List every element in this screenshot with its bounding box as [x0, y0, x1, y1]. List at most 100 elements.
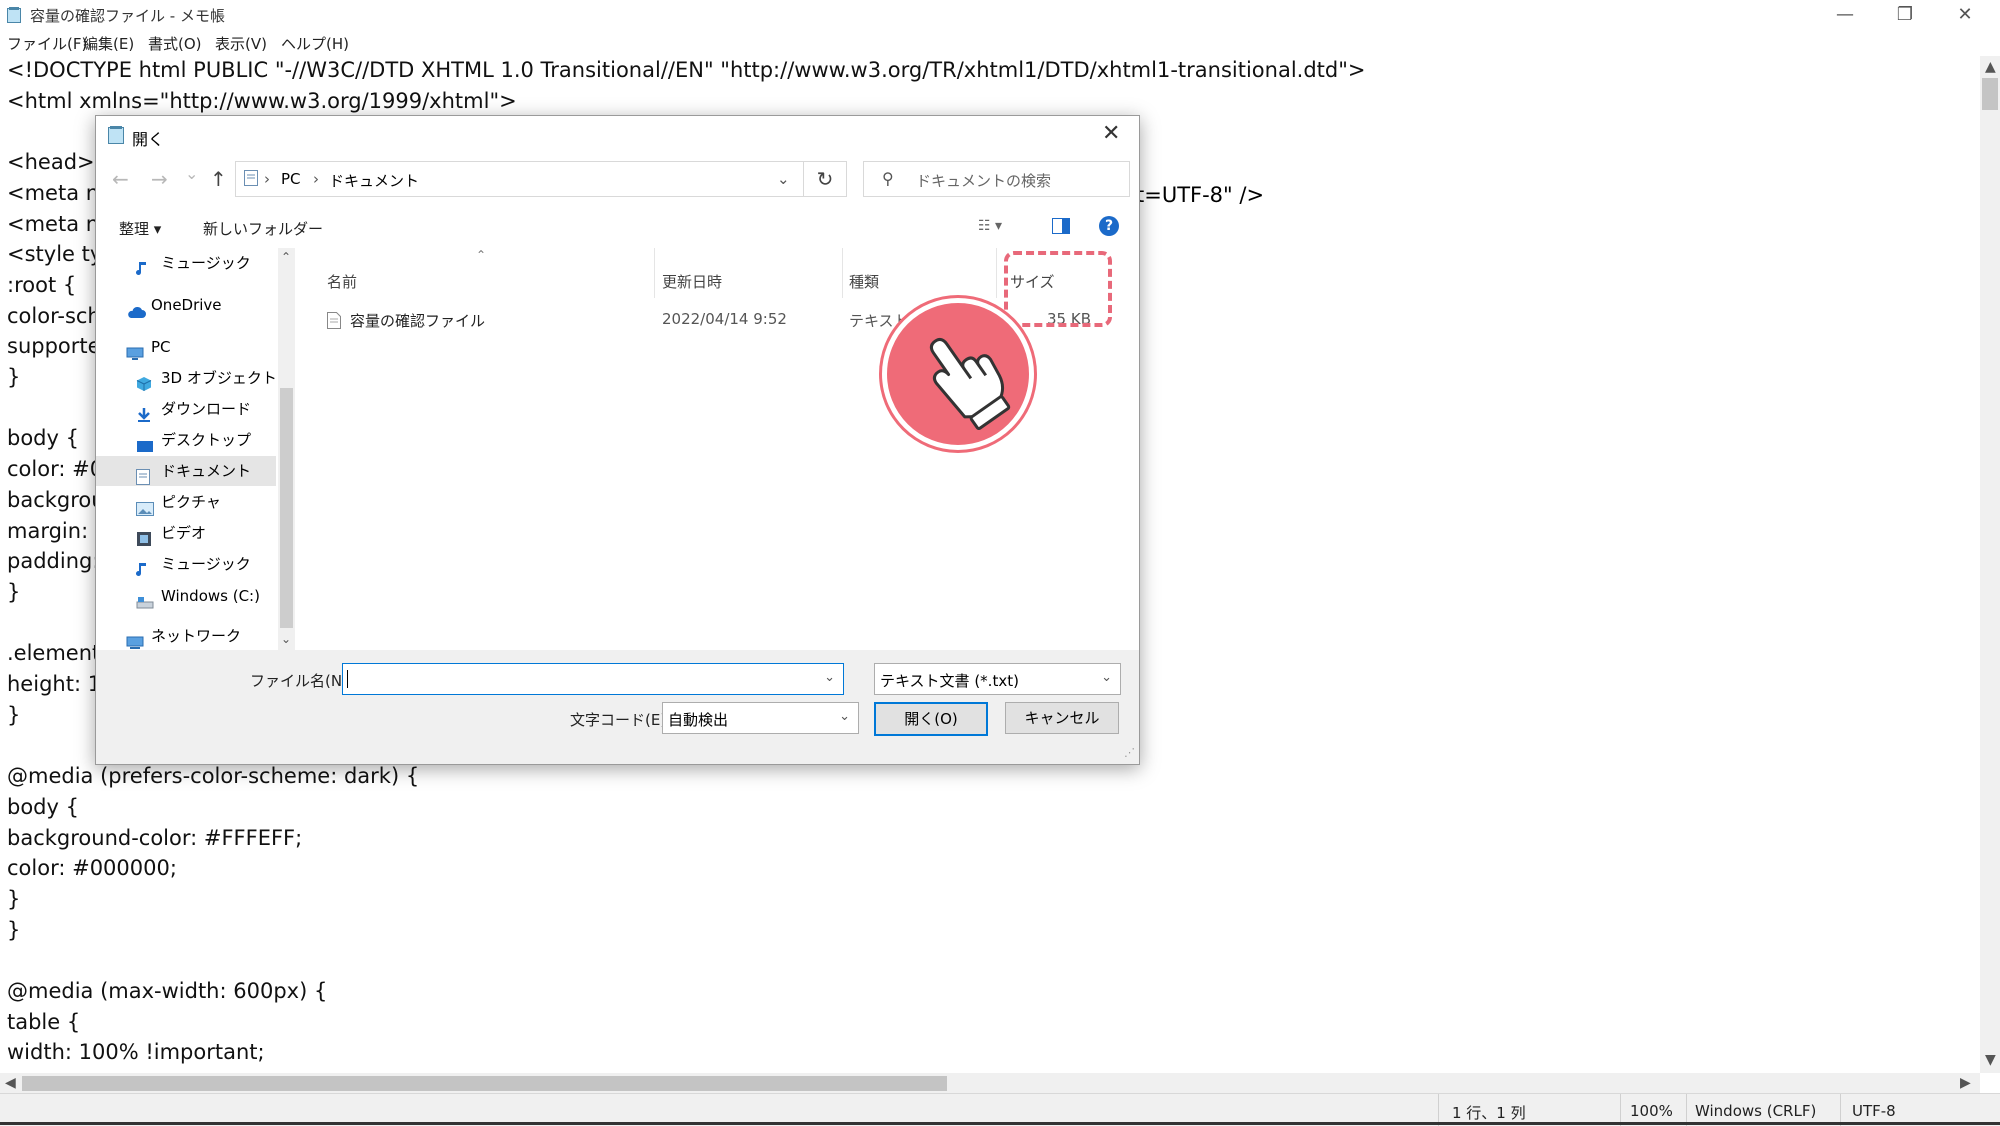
document-icon — [136, 465, 154, 485]
menu-help[interactable]: ヘルプ(H) — [281, 33, 349, 54]
scroll-left-arrow-icon[interactable]: ◀ — [5, 1075, 16, 1091]
menu-edit[interactable]: 編集(E) — [83, 33, 134, 54]
video-icon — [136, 527, 154, 546]
nav-item[interactable]: ドキュメント — [96, 456, 276, 486]
menu-format[interactable]: 書式(O) — [148, 33, 202, 54]
dialog-toolbar: 整理 ▾ 新しいフォルダー ☷ ▾ ? — [96, 208, 1139, 248]
nav-item-label: OneDrive — [151, 296, 222, 314]
vertical-scroll-thumb[interactable] — [1982, 78, 1998, 110]
up-button[interactable]: ↑ — [210, 167, 227, 191]
encoding-select[interactable]: 自動検出 ⌄ — [662, 702, 859, 734]
editor-line: } — [7, 365, 21, 389]
breadcrumb-pc[interactable]: PC — [281, 170, 301, 188]
breadcrumb-documents[interactable]: ドキュメント — [329, 170, 419, 191]
navigation-scrollbar[interactable]: ⌃ ⌄ — [278, 248, 295, 650]
scroll-down-arrow-icon[interactable]: ▼ — [1985, 1052, 1996, 1068]
window-title: 容量の確認ファイル - メモ帳 — [30, 7, 225, 25]
editor-text-overflow: t=UTF-8" /> — [1136, 183, 1265, 207]
filename-dropdown-chevron-icon[interactable]: ⌄ — [824, 670, 835, 685]
refresh-button[interactable]: ↻ — [803, 161, 847, 197]
sort-ascending-icon: ⌃ — [476, 248, 487, 262]
address-bar[interactable]: › PC › ドキュメント ⌄ — [235, 161, 804, 197]
nav-item-label: ビデオ — [161, 524, 207, 542]
filename-input[interactable]: ⌄ — [342, 663, 844, 695]
dialog-app-icon — [108, 126, 124, 148]
nav-item[interactable]: ミュージック — [136, 248, 251, 278]
nav-item[interactable]: デスクトップ — [136, 425, 251, 455]
editor-line: margin: 0 — [7, 518, 109, 543]
status-line-ending: Windows (CRLF) — [1695, 1102, 1817, 1120]
menu-view[interactable]: 表示(V) — [215, 33, 267, 54]
search-box[interactable]: ⚲ ドキュメントの検索 — [863, 161, 1130, 197]
preview-pane-icon[interactable] — [1052, 218, 1070, 238]
nav-item-label: ドキュメント — [161, 462, 252, 480]
close-window-button[interactable]: ✕ — [1936, 0, 1994, 30]
music-icon — [136, 257, 154, 275]
horizontal-scroll-thumb[interactable] — [22, 1076, 947, 1091]
nav-item[interactable]: Windows (C:) — [136, 581, 260, 611]
nav-scroll-up-icon[interactable]: ⌃ — [281, 250, 291, 264]
scroll-right-arrow-icon[interactable]: ▶ — [1960, 1075, 1971, 1091]
view-options-icon[interactable]: ☷ ▾ — [978, 218, 1002, 234]
nav-item[interactable]: ネットワーク — [126, 621, 241, 651]
nav-item-label: 3D オブジェクト — [161, 369, 277, 387]
editor-line: body { — [7, 794, 79, 819]
download-icon — [136, 403, 154, 422]
minimize-button[interactable]: — — [1816, 0, 1874, 30]
nav-item[interactable]: ダウンロード — [136, 394, 251, 424]
file-name: 容量の確認ファイル — [350, 312, 486, 330]
back-button[interactable]: ← — [112, 167, 129, 191]
text-caret — [347, 670, 348, 688]
encoding-dropdown-chevron-icon[interactable]: ⌄ — [839, 709, 850, 724]
open-button[interactable]: 開く(O) — [874, 702, 988, 736]
horizontal-scrollbar[interactable]: ◀ ▶ — [0, 1073, 1980, 1093]
navigation-scroll-thumb[interactable] — [280, 388, 293, 628]
pointing-hand-icon — [882, 298, 1034, 450]
column-header-type[interactable]: 種類 — [849, 271, 879, 292]
editor-line: @media (max-width: 600px) { — [7, 979, 328, 1003]
editor-line: supporte — [7, 334, 101, 359]
nav-item-label: PC — [151, 338, 171, 356]
menu-file[interactable]: ファイル(F) — [7, 33, 87, 54]
desktop-icon — [136, 434, 154, 452]
forward-button[interactable]: → — [151, 167, 168, 191]
nav-item[interactable]: PC — [126, 332, 171, 362]
organize-menu-button[interactable]: 整理 ▾ — [119, 218, 161, 239]
column-header-modified[interactable]: 更新日時 — [662, 271, 722, 292]
nav-item-label: ミュージック — [161, 254, 251, 272]
picture-icon — [136, 496, 154, 516]
recent-locations-button[interactable]: ⌄ — [185, 164, 198, 183]
editor-line: <meta n — [7, 180, 100, 205]
breadcrumb-separator: › — [313, 170, 319, 188]
network-icon — [126, 630, 144, 649]
nav-item-label: ミュージック — [161, 555, 251, 573]
filetype-dropdown-chevron-icon[interactable]: ⌄ — [1101, 670, 1112, 685]
address-dropdown-chevron-icon[interactable]: ⌄ — [777, 170, 790, 188]
music-icon — [136, 558, 154, 576]
editor-line: <head> — [7, 150, 95, 175]
resize-grip-icon[interactable]: ⋰ — [1124, 746, 1135, 759]
editor-line: } — [7, 579, 21, 604]
filename-label: ファイル名(N): — [250, 672, 353, 690]
nav-item[interactable]: ビデオ — [136, 518, 206, 548]
editor-line: <style ty — [7, 242, 103, 267]
nav-item[interactable]: ミュージック — [136, 549, 251, 579]
cancel-button[interactable]: キャンセル — [1005, 702, 1119, 734]
help-icon[interactable]: ? — [1099, 216, 1119, 236]
filetype-select[interactable]: テキスト文書 (*.txt) ⌄ — [874, 663, 1121, 695]
editor-line: } — [7, 886, 21, 911]
dialog-close-button[interactable]: ✕ — [1102, 121, 1120, 146]
notepad-app-icon — [7, 7, 21, 23]
nav-scroll-down-icon[interactable]: ⌄ — [281, 632, 291, 646]
nav-item[interactable]: ピクチャ — [136, 487, 221, 517]
nav-item[interactable]: OneDrive — [126, 290, 222, 320]
vertical-scrollbar[interactable]: ▲ ▼ — [1980, 56, 2000, 1073]
scroll-up-arrow-icon[interactable]: ▲ — [1985, 59, 1996, 75]
dialog-bottom-panel: ファイル名(N): ⌄ テキスト文書 (*.txt) ⌄ 文字コード(E): 自… — [96, 650, 1139, 764]
editor-line: height: 1 — [7, 672, 102, 696]
maximize-button[interactable]: ❐ — [1876, 0, 1934, 30]
new-folder-button[interactable]: 新しいフォルダー — [203, 218, 323, 239]
column-header-name[interactable]: 名前 — [327, 271, 357, 292]
editor-line: <html xmlns="http://www.w3.org/1999/xhtm… — [7, 88, 517, 113]
nav-item[interactable]: 3D オブジェクト — [136, 363, 277, 393]
